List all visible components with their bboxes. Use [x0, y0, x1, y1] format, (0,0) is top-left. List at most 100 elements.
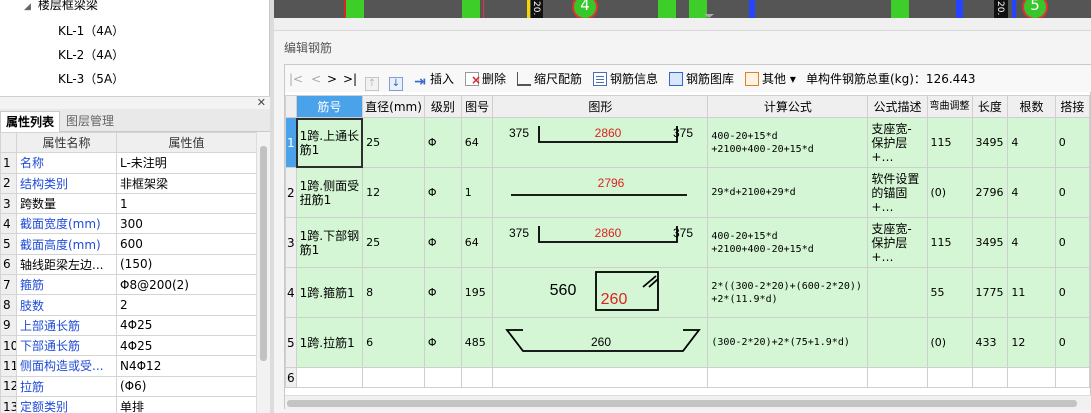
- cell-dia[interactable]: 6: [362, 317, 425, 368]
- cell-bend[interactable]: 55: [926, 267, 973, 318]
- cell-length[interactable]: 3495: [971, 117, 1009, 168]
- nav-prev-button[interactable]: <: [311, 70, 321, 88]
- cell-length[interactable]: 433: [971, 317, 1009, 368]
- tree-node-kl2[interactable]: KL-2（4A）: [58, 46, 124, 63]
- property-row[interactable]: 2 结构类别 非框架梁: [0, 172, 257, 194]
- empty-cell[interactable]: [707, 367, 869, 388]
- property-value[interactable]: N4Φ12: [116, 355, 257, 377]
- tree-node-parent[interactable]: ◢ 楼层框梁梁: [24, 0, 98, 13]
- cell-bend[interactable]: (0): [926, 167, 973, 218]
- cell-grade[interactable]: Φ: [423, 317, 462, 368]
- property-row[interactable]: 1 名称 L-未注明: [0, 152, 257, 174]
- empty-cell[interactable]: [460, 367, 494, 388]
- cell-lap[interactable]: 0: [1054, 117, 1091, 168]
- property-row[interactable]: 6 轴线距梁左边... (150): [0, 253, 257, 276]
- cell-length[interactable]: 1775: [971, 267, 1009, 318]
- nav-first-button[interactable]: |<: [289, 70, 303, 88]
- cell-grade[interactable]: Φ: [423, 267, 462, 318]
- insert-button[interactable]: ⇥ 插入: [413, 70, 454, 89]
- property-value[interactable]: (150): [116, 253, 257, 276]
- tree-node-kl3[interactable]: KL-3（5A）: [58, 70, 124, 87]
- scrollbar-thumb[interactable]: [287, 400, 1077, 407]
- column-header[interactable]: 搭接: [1054, 95, 1091, 118]
- cell-description[interactable]: 软件设置的锚固+…: [867, 167, 928, 218]
- empty-cell[interactable]: [926, 367, 973, 388]
- cell-formula[interactable]: 2*((300-2*20)+(600-2*20)) +2*(11.9*d): [707, 267, 869, 318]
- cell-dia[interactable]: 25: [362, 117, 425, 168]
- rebar-row[interactable]: 5 1跨.拉筋1 6 Φ 485 260 (300-2*20)+2*(75+1.9*d) (0…: [285, 317, 1091, 368]
- nav-next-button[interactable]: >: [327, 70, 337, 88]
- empty-row[interactable]: 6: [285, 367, 1091, 388]
- tab-property-list[interactable]: 属性列表: [0, 111, 61, 132]
- cell-formula[interactable]: (300-2*20)+2*(75+1.9*d): [707, 317, 869, 368]
- chevron-down-icon[interactable]: ◢: [24, 2, 34, 12]
- property-row[interactable]: 7 箍筋 Φ8@200(2): [0, 274, 257, 296]
- rebar-info-button[interactable]: 钢筋信息: [593, 70, 658, 88]
- cell-lap[interactable]: 0: [1054, 267, 1091, 318]
- empty-cell[interactable]: [295, 367, 364, 388]
- property-value[interactable]: 非框架梁: [116, 172, 257, 194]
- cell-dia[interactable]: 25: [362, 217, 425, 268]
- close-icon[interactable]: ✕: [257, 96, 266, 109]
- empty-cell[interactable]: [867, 367, 928, 388]
- property-value[interactable]: L-未注明: [116, 152, 257, 174]
- column-header[interactable]: 计算公式: [707, 95, 869, 118]
- cell-bend[interactable]: (0): [926, 317, 973, 368]
- cell-fig[interactable]: 485: [460, 317, 494, 368]
- property-value[interactable]: 4Φ25: [116, 314, 257, 336]
- empty-cell[interactable]: [971, 367, 1009, 388]
- cell-count[interactable]: 4: [1007, 117, 1056, 168]
- cell-name[interactable]: 1跨.侧面受扭筋1: [295, 167, 364, 218]
- cell-shape[interactable]: 560 260: [492, 267, 709, 318]
- scale-rebar-button[interactable]: 缩尺配筋: [517, 70, 582, 88]
- cell-name[interactable]: 1跨.上通长筋1: [295, 117, 364, 168]
- cell-formula[interactable]: 29*d+2100+29*d: [707, 167, 869, 218]
- cell-count[interactable]: 4: [1007, 217, 1056, 268]
- delete-button[interactable]: 删除: [465, 70, 506, 89]
- cell-shape[interactable]: 2796: [492, 167, 709, 218]
- nav-last-button[interactable]: >|: [343, 70, 357, 88]
- property-value[interactable]: 300: [116, 213, 257, 235]
- rebar-row[interactable]: 1 1跨.上通长筋1 25 Φ 64 375 375 2860 400-20+15*d +210…: [285, 117, 1091, 168]
- cell-shape[interactable]: 375 375 2860: [492, 117, 709, 168]
- cell-bend[interactable]: 115: [926, 217, 973, 268]
- column-header[interactable]: 级别: [423, 95, 462, 118]
- column-header[interactable]: 直径(mm): [362, 95, 425, 118]
- cell-grade[interactable]: Φ: [423, 117, 462, 168]
- rebar-library-button[interactable]: 钢筋图库: [669, 70, 734, 88]
- cell-dia[interactable]: 12: [362, 167, 425, 218]
- cell-shape[interactable]: 260: [492, 317, 709, 368]
- cell-description[interactable]: [867, 317, 928, 368]
- cell-dia[interactable]: 8: [362, 267, 425, 318]
- cell-count[interactable]: 4: [1007, 167, 1056, 218]
- column-header[interactable]: 筋号: [295, 95, 364, 118]
- cell-formula[interactable]: 400-20+15*d +2100+400-20+15*d: [707, 217, 869, 268]
- cell-grade[interactable]: Φ: [423, 167, 462, 218]
- cell-description[interactable]: [867, 267, 928, 318]
- row-number[interactable]: 3: [285, 217, 297, 268]
- property-scrollbar[interactable]: [256, 132, 270, 413]
- move-down-button[interactable]: ↓: [389, 70, 406, 91]
- rebar-row[interactable]: 3 1跨.下部钢筋1 25 Φ 64 375 375 2860 400-20+15*d +210…: [285, 217, 1091, 268]
- property-value[interactable]: 4Φ25: [116, 334, 257, 357]
- cell-length[interactable]: 3495: [971, 217, 1009, 268]
- property-row[interactable]: 9 上部通长筋 4Φ25: [0, 314, 257, 336]
- cell-fig[interactable]: 64: [460, 117, 494, 168]
- collapse-handle-icon[interactable]: [704, 14, 714, 18]
- column-header[interactable]: 弯曲调整: [926, 95, 973, 118]
- rebar-row[interactable]: 4 1跨.箍筋1 8 Φ 195 560 260 2*((300-2*20)+(600-2*2…: [285, 267, 1091, 318]
- column-header[interactable]: 根数: [1007, 95, 1056, 118]
- property-value[interactable]: 1: [116, 192, 257, 215]
- empty-cell[interactable]: [423, 367, 462, 388]
- cell-name[interactable]: 1跨.箍筋1: [295, 267, 364, 318]
- row-number[interactable]: 6: [285, 367, 297, 388]
- cell-name[interactable]: 1跨.拉筋1: [295, 317, 364, 368]
- empty-cell[interactable]: [362, 367, 425, 388]
- cell-fig[interactable]: 64: [460, 217, 494, 268]
- tab-layer-management[interactable]: 图层管理: [61, 111, 119, 132]
- property-row[interactable]: 4 截面宽度(mm) 300: [0, 213, 257, 235]
- tree-node-kl1[interactable]: KL-1（4A）: [58, 22, 124, 39]
- row-number[interactable]: 1: [285, 117, 297, 168]
- cell-length[interactable]: 2796: [971, 167, 1009, 218]
- empty-cell[interactable]: [492, 367, 709, 388]
